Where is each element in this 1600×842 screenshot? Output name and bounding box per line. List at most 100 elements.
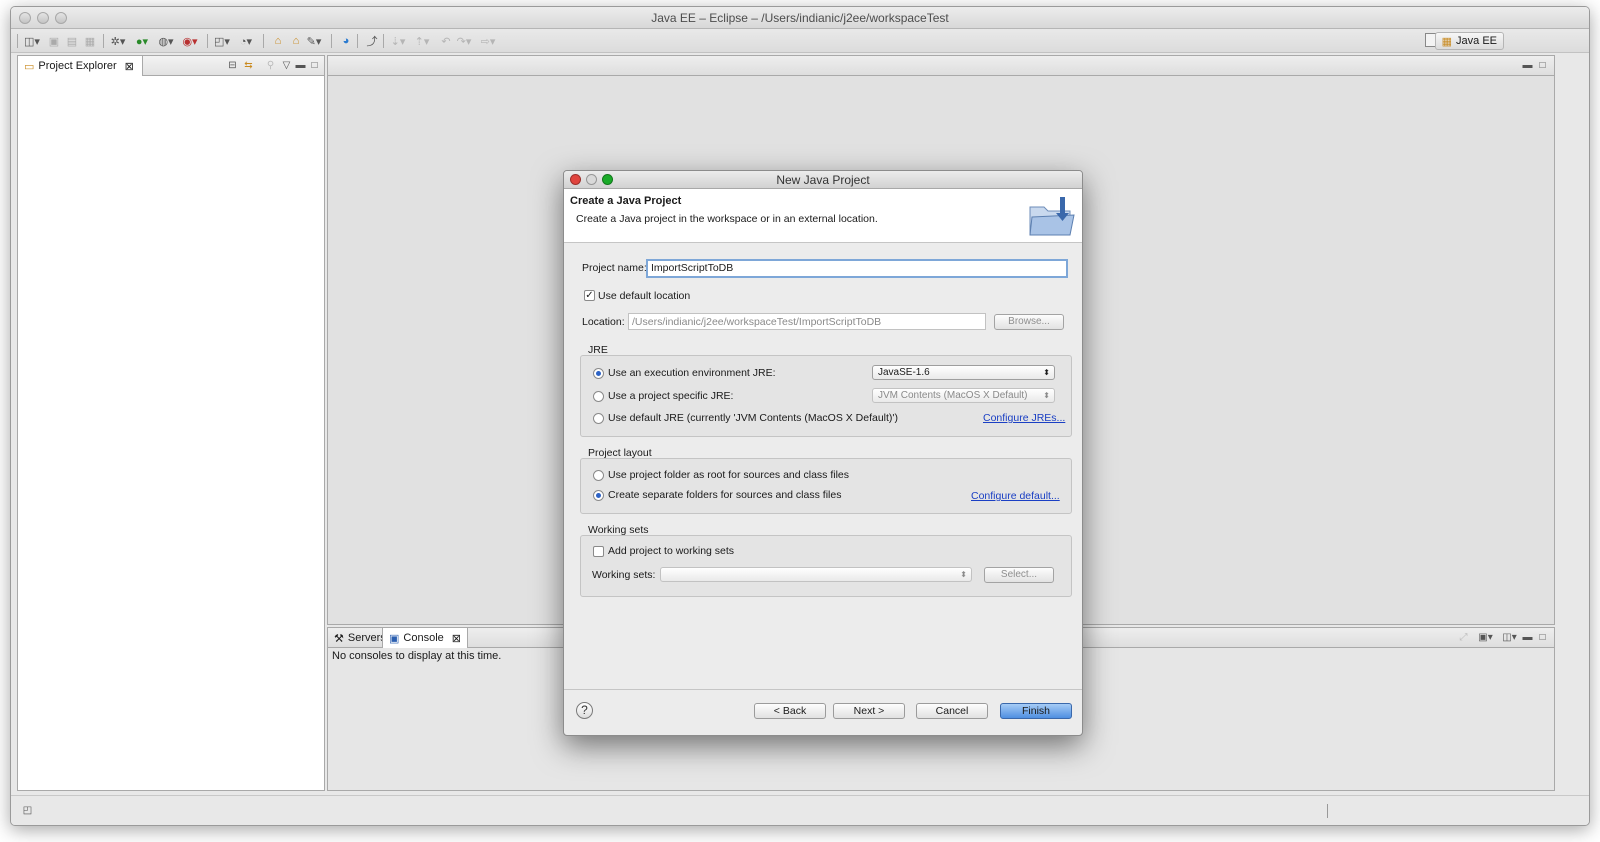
toolbar-separator xyxy=(207,34,208,48)
finish-button[interactable]: Finish xyxy=(1000,703,1072,719)
view-menu-icon[interactable]: ▽ xyxy=(280,59,293,72)
minimize-icon[interactable]: ▬ xyxy=(294,59,307,72)
open-console-icon[interactable]: ◫▾ xyxy=(1502,631,1516,644)
new-wizard-icon[interactable]: ◫▾ xyxy=(23,33,41,49)
default-jre-label: Use default JRE (currently 'JVM Contents… xyxy=(608,412,898,424)
status-bar: ◰ xyxy=(11,795,1589,825)
project-name-label: Project name: xyxy=(582,262,647,274)
zoom-window-button[interactable] xyxy=(55,12,67,24)
browse-button[interactable]: Browse... xyxy=(994,314,1064,330)
open-folder-icon[interactable]: ⌂ xyxy=(287,33,305,49)
maximize-icon[interactable]: □ xyxy=(1536,631,1549,644)
project-folder-as-root-label: Use project folder as root for sources a… xyxy=(608,469,850,481)
search-icon[interactable]: ✎▾ xyxy=(305,33,323,49)
execution-environment-label: Use an execution environment JRE: xyxy=(608,367,776,379)
tab-project-explorer[interactable]: ▭ Project Explorer ⊠ xyxy=(18,56,143,76)
select-working-sets-button[interactable]: Select... xyxy=(984,567,1054,583)
print-icon[interactable]: ▦ xyxy=(81,33,99,49)
minimize-icon[interactable]: ▬ xyxy=(1521,59,1534,72)
working-sets-group: Add project to working sets Working sets… xyxy=(580,535,1072,597)
execution-environment-select[interactable]: JavaSE-1.6 ⬍ xyxy=(872,365,1055,380)
java-project-folder-icon xyxy=(1026,193,1078,239)
project-layout-group: Use project folder as root for sources a… xyxy=(580,458,1072,514)
help-icon[interactable]: ? xyxy=(576,702,593,719)
tab-console[interactable]: ▣ Console ⊠ xyxy=(382,628,468,648)
web-browser-icon[interactable]: ◕ xyxy=(337,33,355,49)
back-button[interactable]: < Back xyxy=(754,703,826,719)
back-icon[interactable]: ↶ xyxy=(437,33,455,49)
radio-project-folder-as-root[interactable] xyxy=(593,470,604,481)
configure-default-link[interactable]: Configure default... xyxy=(971,490,1060,502)
save-all-icon[interactable]: ▤ xyxy=(63,33,81,49)
tab-label: Servers xyxy=(347,632,386,644)
configure-jres-link[interactable]: Configure JREs... xyxy=(983,412,1065,424)
dialog-close-button[interactable] xyxy=(570,174,581,185)
project-specific-jre-value: JVM Contents (MacOS X Default) xyxy=(878,390,1028,401)
use-default-location-label: Use default location xyxy=(598,290,691,302)
link-with-editor-icon[interactable]: ⇆ xyxy=(242,59,255,72)
wizard-header: Create a Java Project Create a Java proj… xyxy=(564,189,1082,243)
use-default-location-checkbox[interactable]: ✓ xyxy=(584,290,595,301)
add-to-working-sets-checkbox[interactable] xyxy=(593,546,604,557)
window-controls xyxy=(19,12,67,24)
working-sets-select[interactable]: ⬍ xyxy=(660,567,972,582)
toolbar-separator xyxy=(357,34,358,48)
add-to-working-sets-label: Add project to working sets xyxy=(608,545,735,557)
minimize-window-button[interactable] xyxy=(37,12,49,24)
run-icon[interactable]: ●▾ xyxy=(133,33,151,49)
next-annotation-icon[interactable]: ⇣▾ xyxy=(389,33,407,49)
location-input[interactable]: /Users/indianic/j2ee/workspaceTest/Impor… xyxy=(628,313,986,330)
open-perspective-tool-icon[interactable]: ⤴ xyxy=(363,33,381,49)
next-button[interactable]: Next > xyxy=(833,703,905,719)
wizard-header-description: Create a Java project in the workspace o… xyxy=(576,213,878,225)
close-icon[interactable]: ⊠ xyxy=(452,632,461,645)
open-type-icon[interactable]: ⌂ xyxy=(269,33,287,49)
radio-default-jre[interactable] xyxy=(593,413,604,424)
maximize-icon[interactable]: □ xyxy=(308,59,321,72)
dialog-titlebar: New Java Project xyxy=(564,171,1082,189)
wizard-body: Project name: ImportScriptToDB ✓ Use def… xyxy=(564,244,1082,691)
radio-project-specific-jre[interactable] xyxy=(593,391,604,402)
pin-console-icon[interactable]: ⤢ xyxy=(1457,631,1470,644)
perspective-java-ee[interactable]: ▦ Java EE xyxy=(1434,32,1504,50)
new-class-icon[interactable]: ◔▾ xyxy=(237,33,255,49)
project-explorer-icon: ▭ xyxy=(24,60,35,73)
new-server-icon[interactable]: ◰▾ xyxy=(213,33,231,49)
previous-annotation-icon[interactable]: ⇡▾ xyxy=(413,33,431,49)
external-tools-icon[interactable]: ◉▾ xyxy=(181,33,199,49)
status-separator xyxy=(1327,804,1328,818)
tab-label: Project Explorer xyxy=(38,60,117,72)
chevron-updown-icon: ⬍ xyxy=(1043,391,1050,400)
toolbar-separator xyxy=(263,34,264,48)
maximize-icon[interactable]: □ xyxy=(1536,59,1549,72)
project-name-input[interactable]: ImportScriptToDB xyxy=(646,259,1068,278)
window-titlebar: Java EE – Eclipse – /Users/indianic/j2ee… xyxy=(11,7,1589,29)
servers-icon: ⚒ xyxy=(334,632,344,645)
close-icon[interactable]: ⊠ xyxy=(125,60,134,73)
project-specific-jre-select[interactable]: JVM Contents (MacOS X Default) ⬍ xyxy=(872,388,1055,403)
cancel-button[interactable]: Cancel xyxy=(916,703,988,719)
radio-execution-environment[interactable] xyxy=(593,368,604,379)
collapse-all-icon[interactable]: ⊟ xyxy=(226,59,239,72)
minimize-icon[interactable]: ▬ xyxy=(1521,631,1534,644)
save-icon[interactable]: ▣ xyxy=(45,33,63,49)
coverage-icon[interactable]: ◍▾ xyxy=(157,33,175,49)
perspective-label: Java EE xyxy=(1456,35,1497,47)
dialog-zoom-button[interactable] xyxy=(602,174,613,185)
project-specific-jre-label: Use a project specific JRE: xyxy=(608,390,734,402)
dialog-minimize-button[interactable] xyxy=(586,174,597,185)
display-console-icon[interactable]: ▣▾ xyxy=(1478,631,1492,644)
debug-icon[interactable]: ✲▾ xyxy=(109,33,127,49)
view-filter-icon[interactable]: ⚲ xyxy=(264,59,277,72)
main-toolbar: ◫▾ ▣ ▤ ▦ ✲▾ ●▾ ◍▾ ◉▾ ◰▾ ◔▾ ⌂ ⌂ ✎▾ ◕ ⤴ ⇣▾… xyxy=(11,29,1589,53)
chevron-updown-icon: ⬍ xyxy=(1043,368,1050,377)
forward-icon[interactable]: ↷▾ xyxy=(455,33,473,49)
separate-folders-label: Create separate folders for sources and … xyxy=(608,489,842,501)
toolbar-separator xyxy=(17,34,18,48)
fast-view-icon[interactable]: ◰ xyxy=(21,804,34,817)
close-window-button[interactable] xyxy=(19,12,31,24)
tab-label: Console xyxy=(403,632,444,644)
radio-separate-folders[interactable] xyxy=(593,490,604,501)
toolbar-separator xyxy=(103,34,104,48)
last-edit-icon[interactable]: ⇨▾ xyxy=(479,33,497,49)
